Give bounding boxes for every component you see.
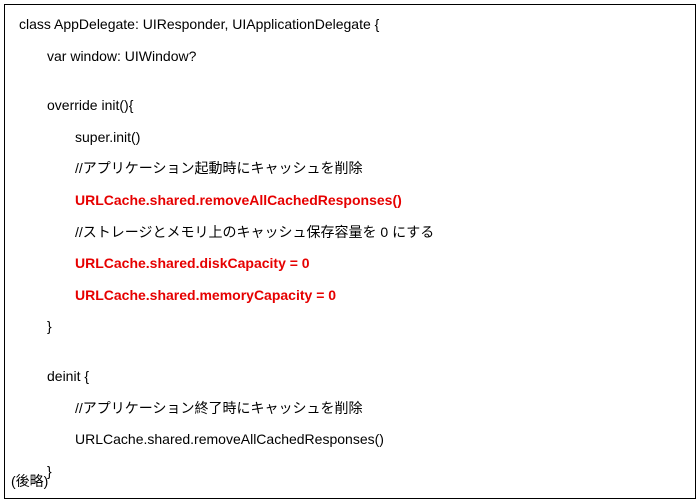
code-comment: //アプリケーション起動時にキャッシュを削除 xyxy=(19,159,681,179)
code-box: class AppDelegate: UIResponder, UIApplic… xyxy=(4,4,696,499)
code-comment: //ストレージとメモリ上のキャッシュ保存容量を 0 にする xyxy=(19,223,681,243)
code-line: override init(){ xyxy=(19,96,681,116)
code-line-highlight: URLCache.shared.diskCapacity = 0 xyxy=(19,254,681,274)
blank-line xyxy=(19,78,681,96)
page: class AppDelegate: UIResponder, UIApplic… xyxy=(0,0,700,503)
code-line: class AppDelegate: UIResponder, UIApplic… xyxy=(19,15,681,35)
code-line: } xyxy=(19,462,681,482)
blank-line xyxy=(19,349,681,367)
code-line: deinit { xyxy=(19,367,681,387)
code-line: URLCache.shared.removeAllCachedResponses… xyxy=(19,430,681,450)
code-line-highlight: URLCache.shared.removeAllCachedResponses… xyxy=(19,191,681,211)
code-comment: //アプリケーション終了時にキャッシュを削除 xyxy=(19,399,681,419)
code-line: var window: UIWindow? xyxy=(19,47,681,67)
footer-note: (後略) xyxy=(11,472,48,492)
code-line: super.init() xyxy=(19,128,681,148)
code-line-highlight: URLCache.shared.memoryCapacity = 0 xyxy=(19,286,681,306)
code-line: } xyxy=(19,317,681,337)
